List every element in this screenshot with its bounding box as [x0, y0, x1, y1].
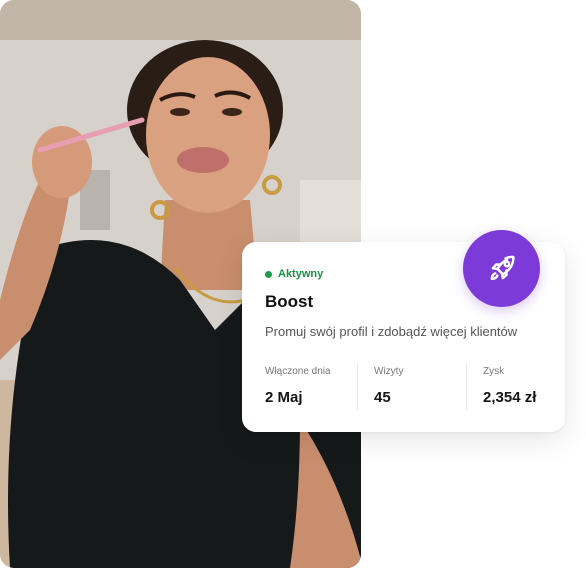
boost-promo-stage: Aktywny Boost Promuj swój profil i zdobą…	[0, 0, 586, 568]
status-indicator: Aktywny	[265, 268, 323, 280]
stat-enabled-date: Włączone dnia 2 Maj	[265, 364, 357, 410]
stat-visits: Wizyty 45	[357, 364, 466, 410]
rocket-icon	[490, 255, 515, 280]
stat-label: Włączone dnia	[265, 366, 331, 377]
status-dot-icon	[265, 270, 272, 278]
status-label: Aktywny	[278, 268, 324, 280]
card-subtitle: Promuj swój profil i zdobądź więcej klie…	[265, 324, 518, 339]
stat-label: Wizyty	[374, 366, 404, 377]
stat-value: 45	[374, 389, 391, 406]
stat-value: 2,354 zł	[483, 389, 537, 406]
stat-profit: Zysk 2,354 zł	[466, 364, 536, 410]
stats-row: Włączone dnia 2 Maj Wizyty 45 Zysk 2,354…	[265, 364, 549, 410]
card-title: Boost	[265, 292, 314, 311]
rocket-badge	[463, 230, 540, 307]
stat-label: Zysk	[483, 366, 505, 377]
stat-value: 2 Maj	[265, 389, 303, 406]
